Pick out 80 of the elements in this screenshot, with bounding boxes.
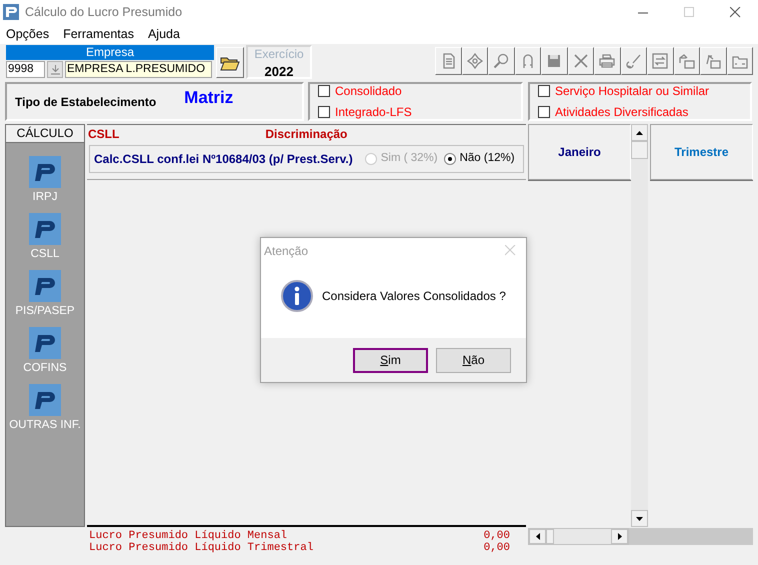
horizontal-scrollbar[interactable]	[528, 528, 629, 545]
toolbar-button[interactable]	[726, 47, 753, 75]
sidebar-item[interactable]: PIS/PASEP	[15, 270, 75, 318]
toolbar-button[interactable]	[647, 47, 674, 75]
lookup-button[interactable]	[47, 61, 63, 78]
toolbar-button[interactable]	[700, 47, 726, 75]
sidebar-item[interactable]: COFINS	[23, 327, 67, 375]
app-logo-icon	[29, 384, 61, 416]
toolbar-button[interactable]	[435, 47, 462, 75]
total-value: 0,00	[484, 530, 510, 542]
checkbox-label[interactable]: Integrado-LFS	[335, 103, 412, 121]
export-icon	[705, 53, 722, 69]
left-arrow-icon[interactable]	[536, 533, 540, 540]
folder-icon	[220, 54, 240, 70]
scroll-thumb[interactable]	[631, 141, 648, 159]
menu-item[interactable]: Ajuda	[148, 24, 180, 44]
company-code-field[interactable]: 9998	[6, 61, 45, 78]
save-icon	[546, 53, 562, 69]
toolbar-button[interactable]	[514, 47, 541, 75]
app-logo-icon	[28, 327, 61, 359]
checkbox[interactable]	[538, 85, 550, 97]
open-folder-button[interactable]	[216, 47, 244, 78]
up-arrow-icon[interactable]	[636, 130, 643, 134]
toolbar-button[interactable]	[568, 47, 594, 75]
scroll-thumb[interactable]	[546, 529, 554, 544]
dialog-button[interactable]: Sim	[353, 348, 428, 372]
column-header: Trimestre	[650, 124, 753, 180]
total-label: Lucro Presumido Líquido Mensal	[89, 530, 288, 542]
total-value: 0,00	[484, 542, 510, 554]
app-logo-icon	[28, 270, 61, 302]
window-title: Cálculo do Lucro Presumido	[25, 4, 182, 21]
dialog-message: Considera Valores Consolidados ?	[322, 288, 506, 304]
dialog-title: Atenção	[264, 242, 308, 260]
export-icon	[678, 53, 695, 69]
sidebar-item[interactable]: IRPJ	[29, 156, 61, 204]
toolbar-button[interactable]	[594, 47, 620, 75]
toolbar-button[interactable]	[462, 47, 488, 75]
gear-icon	[466, 53, 483, 69]
sidebar-item[interactable]: CSLL	[29, 213, 61, 261]
checkbox[interactable]	[538, 106, 550, 118]
app-logo-icon	[29, 213, 61, 245]
search-icon	[493, 53, 510, 69]
checkbox-label[interactable]: Consolidado	[335, 82, 402, 100]
delete-icon	[572, 53, 589, 69]
brush-icon	[626, 53, 642, 69]
down-arrow-icon[interactable]	[636, 516, 643, 520]
app-logo-icon	[29, 156, 61, 188]
column-header: Janeiro	[528, 124, 631, 180]
sidebar-item[interactable]: OUTRAS INF.	[9, 384, 81, 432]
transfer-icon	[652, 53, 668, 69]
menu-item[interactable]: Ferramentas	[63, 24, 134, 44]
printer-icon	[599, 53, 616, 69]
checkbox[interactable]	[318, 106, 330, 118]
company-name-field[interactable]: EMPRESA L.PRESUMIDO	[65, 61, 212, 78]
establishment-label: Tipo de Estabelecimento	[15, 94, 156, 110]
toolbar-button[interactable]	[488, 47, 514, 75]
tax-label: CSLL	[88, 126, 120, 143]
dialog-button[interactable]: Não	[436, 348, 511, 372]
radio-button[interactable]	[444, 153, 456, 165]
menu-item[interactable]: Opções	[6, 24, 50, 44]
row-label: Calc.CSLL conf.lei Nº10684/03 (p/ Prest.Serv.)	[94, 151, 353, 168]
column-header: Discriminação	[265, 126, 348, 143]
exercicio-year: 2022	[264, 63, 294, 81]
toolbar-button[interactable]	[620, 47, 647, 75]
total-label: Lucro Presumido Líquido Trimestral	[89, 542, 314, 554]
sidebar-header: CÁLCULO	[6, 125, 84, 143]
checkbox-label[interactable]: Atividades Diversificadas	[555, 103, 688, 121]
radio-label[interactable]: Não (12%)	[460, 150, 515, 168]
checkbox-label[interactable]: Serviço Hospitalar ou Similar	[555, 82, 710, 100]
download-arrow-icon	[50, 64, 60, 74]
app-logo-icon	[3, 4, 19, 20]
info-icon	[281, 280, 313, 312]
toolbar-button[interactable]	[541, 47, 568, 75]
toolbar-button[interactable]	[674, 47, 700, 75]
checkbox[interactable]	[318, 85, 330, 97]
vertical-scrollbar[interactable]	[631, 124, 648, 527]
exercicio-label: Exercício	[254, 47, 304, 62]
empresa-header: Empresa	[6, 45, 214, 60]
establishment-value: Matriz	[184, 86, 234, 109]
right-arrow-icon[interactable]	[618, 533, 622, 540]
